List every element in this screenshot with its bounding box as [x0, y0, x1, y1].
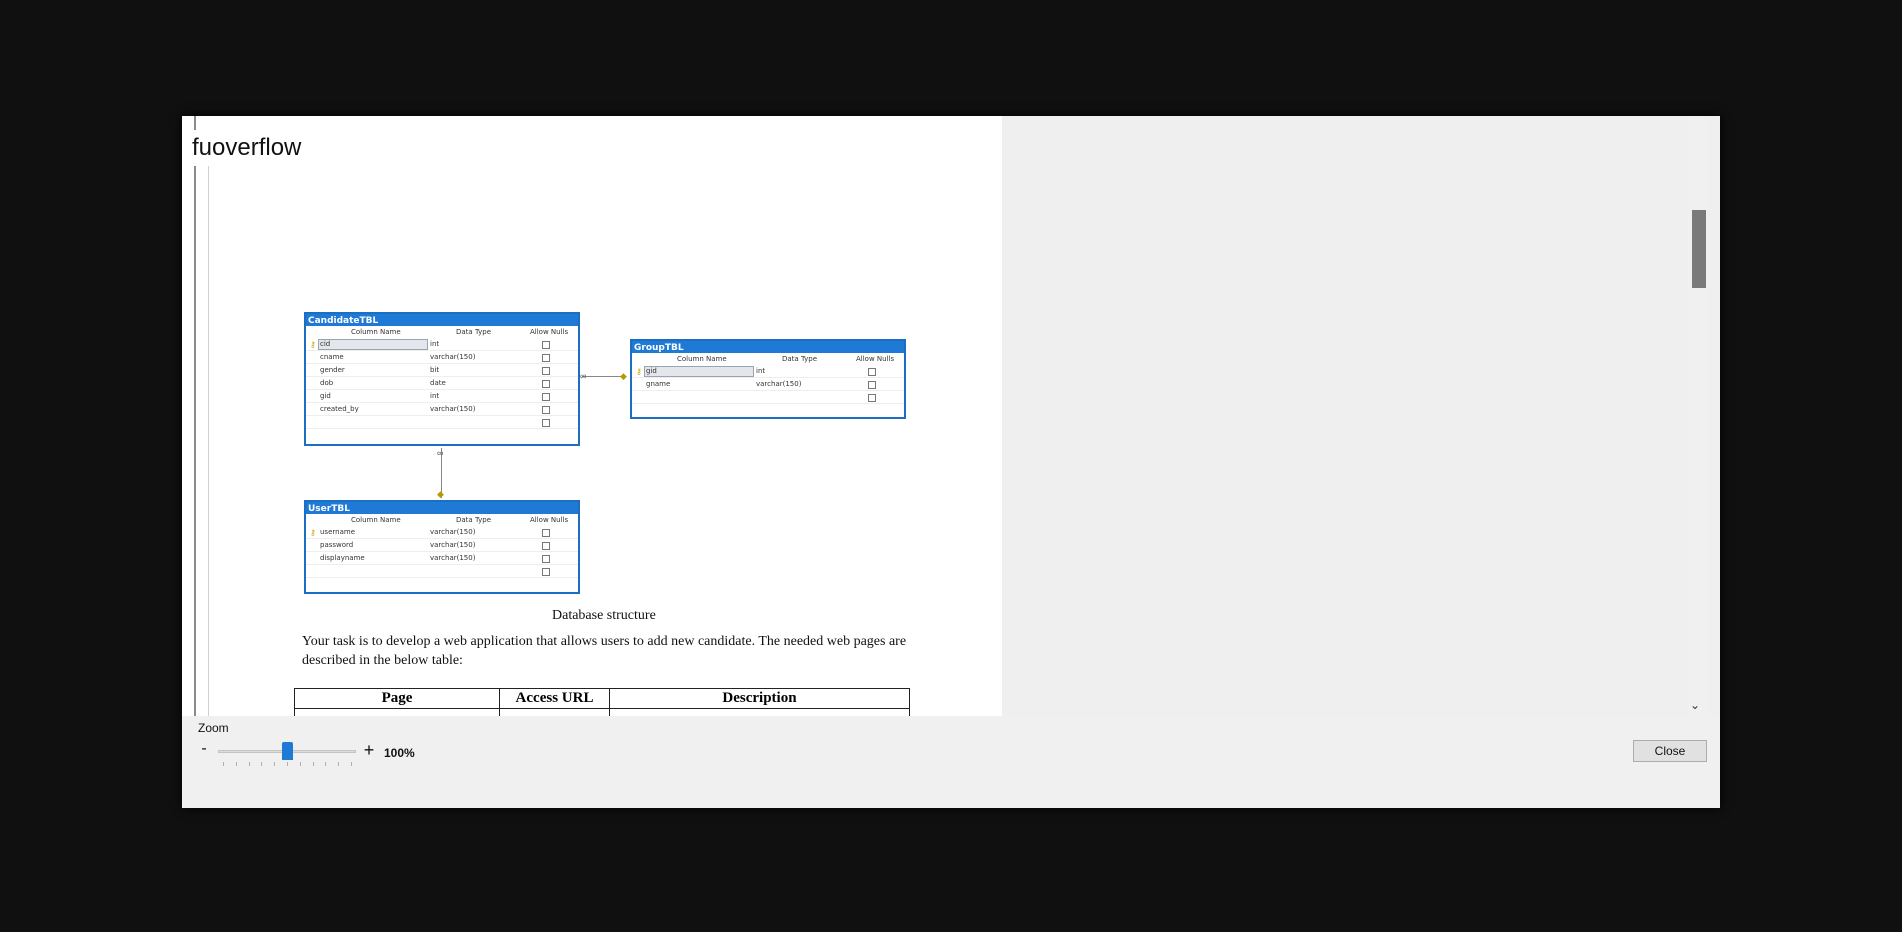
requirements-table: Page Access URL Description: [294, 688, 910, 716]
slider-tick: [248, 762, 250, 766]
slider-tick: [274, 762, 276, 766]
table-header: Column Name Data Type Allow Nulls: [351, 328, 569, 336]
zoom-slider[interactable]: [218, 742, 356, 766]
page-margin-line: [194, 166, 196, 716]
slider-tick: [338, 762, 340, 766]
table-row: dob date: [306, 377, 578, 390]
group-table-diagram: GroupTBL Column Name Data Type Allow Nul…: [630, 339, 906, 419]
allow-nulls-checkbox: [542, 568, 550, 576]
table-row: cname varchar(150): [306, 351, 578, 364]
table-row: created_by varchar(150): [306, 403, 578, 416]
table-header: Column Name Data Type Allow Nulls: [677, 355, 895, 363]
chevron-down-icon[interactable]: ⌄: [1690, 698, 1700, 712]
candidate-table-diagram: CandidateTBL Column Name Data Type Allow…: [304, 312, 580, 446]
allow-nulls-checkbox: [542, 380, 550, 388]
infinity-end: ∞: [437, 448, 444, 458]
table-row: gender bit: [306, 364, 578, 377]
user-table-diagram: UserTBL Column Name Data Type Allow Null…: [304, 500, 580, 594]
slider-tick: [235, 762, 237, 766]
column-header: Description: [609, 688, 910, 709]
allow-nulls-checkbox: [542, 341, 550, 349]
slider-tick: [351, 762, 352, 766]
table-header: Column Name Data Type Allow Nulls: [351, 516, 569, 524]
image-viewer-dialog: fuoverflow CandidateTBL Column Name Data…: [182, 116, 1720, 808]
page-margin-line: [194, 116, 196, 130]
infinity-end: ∞: [580, 371, 587, 381]
zoom-in-button[interactable]: +: [362, 740, 376, 761]
table-row: ⚷ gid int: [632, 365, 904, 378]
figure-caption: Database structure: [552, 608, 656, 623]
table-name: CandidateTBL: [306, 314, 578, 326]
allow-nulls-checkbox: [868, 368, 876, 376]
vertical-scrollbar[interactable]: ⌄: [1688, 116, 1708, 716]
allow-nulls-checkbox: [542, 529, 550, 537]
slider-tick: [223, 762, 224, 766]
slider-tick: [299, 762, 301, 766]
scrollbar-thumb[interactable]: [1692, 210, 1706, 288]
allow-nulls-checkbox: [542, 367, 550, 375]
slider-tick: [312, 762, 314, 766]
task-paragraph: Your task is to develop a web applicatio…: [302, 634, 907, 668]
slider-tick: [325, 762, 327, 766]
image-viewport[interactable]: fuoverflow CandidateTBL Column Name Data…: [182, 116, 1720, 716]
document-page: fuoverflow CandidateTBL Column Name Data…: [182, 116, 1002, 716]
allow-nulls-checkbox: [542, 393, 550, 401]
allow-nulls-checkbox: [868, 381, 876, 389]
table-row: password varchar(150): [306, 539, 578, 552]
key-end: ◆: [437, 489, 444, 499]
key-icon: ⚷: [310, 340, 316, 349]
allow-nulls-checkbox: [542, 406, 550, 414]
table-row: ⚷ cid int: [306, 338, 578, 351]
zoom-value: 100%: [384, 746, 415, 760]
slider-thumb[interactable]: [281, 742, 293, 760]
slider-tick: [261, 762, 263, 766]
allow-nulls-checkbox: [542, 542, 550, 550]
table-name: UserTBL: [306, 502, 578, 514]
zoom-label: Zoom: [198, 721, 229, 735]
zoom-out-button[interactable]: -: [198, 740, 210, 758]
table-row: gid int: [306, 390, 578, 403]
allow-nulls-checkbox: [542, 419, 550, 427]
key-icon: ⚷: [310, 528, 316, 537]
page-title: fuoverflow: [192, 134, 302, 161]
page-margin-line: [208, 166, 209, 716]
allow-nulls-checkbox: [542, 354, 550, 362]
column-header: Page: [294, 688, 500, 709]
key-end: ◆: [620, 371, 627, 381]
table-row-empty: [306, 416, 578, 429]
table-row-empty: [306, 565, 578, 578]
table-row: ⚷ username varchar(150): [306, 526, 578, 539]
close-button[interactable]: Close: [1633, 740, 1707, 762]
allow-nulls-checkbox: [868, 394, 876, 402]
key-icon: ⚷: [636, 367, 642, 376]
table-row: gname varchar(150): [632, 378, 904, 391]
table-name: GroupTBL: [632, 341, 904, 353]
column-header: Access URL: [499, 688, 610, 709]
table-row-empty: [632, 391, 904, 404]
table-row: displayname varchar(150): [306, 552, 578, 565]
allow-nulls-checkbox: [542, 555, 550, 563]
slider-tick: [287, 762, 288, 766]
